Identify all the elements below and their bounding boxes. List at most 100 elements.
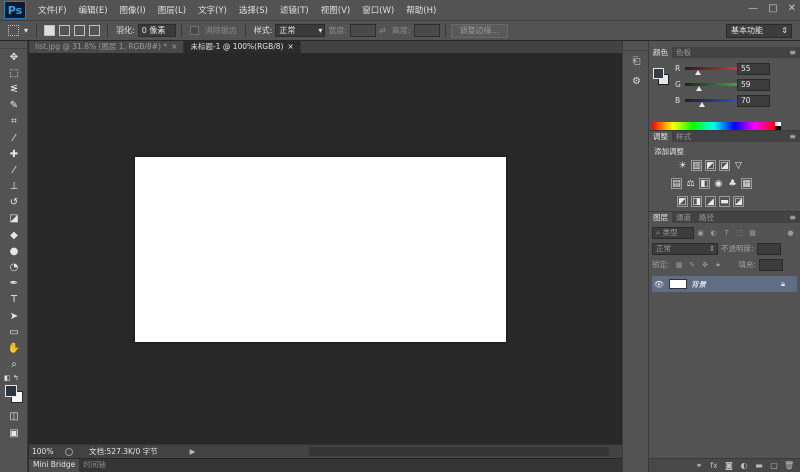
black-white-icon[interactable]: ◧ bbox=[699, 178, 710, 189]
link-layers-icon[interactable]: ⚭ bbox=[694, 461, 704, 470]
menu-item[interactable]: 文字(Y) bbox=[192, 4, 233, 16]
minimize-button[interactable]: — bbox=[748, 3, 758, 14]
horizontal-scrollbar[interactable] bbox=[309, 447, 609, 456]
paint-bucket-icon[interactable]: ◆ bbox=[0, 227, 28, 243]
zoom-icon[interactable]: ⌕ bbox=[0, 357, 28, 373]
close-icon[interactable]: × bbox=[171, 42, 177, 51]
photo-filter-icon[interactable]: ◉ bbox=[713, 178, 724, 189]
status-info-icon[interactable] bbox=[65, 447, 73, 456]
menu-item[interactable]: 选择(S) bbox=[233, 4, 274, 16]
filter-shape-icon[interactable]: ⬚ bbox=[735, 228, 744, 237]
new-selection-icon[interactable] bbox=[44, 25, 56, 36]
layer-name[interactable]: 背景 bbox=[691, 279, 706, 290]
brush-icon[interactable]: ⁄ bbox=[0, 162, 28, 178]
menu-item[interactable]: 编辑(E) bbox=[73, 4, 114, 16]
type-tool-icon[interactable]: T bbox=[0, 292, 28, 308]
invert-icon[interactable]: ◩ bbox=[677, 196, 688, 207]
color-balance-icon[interactable]: ⚖ bbox=[685, 178, 696, 189]
slider-thumb[interactable] bbox=[695, 70, 702, 75]
hue-saturation-icon[interactable]: ▤ bbox=[671, 178, 682, 189]
new-group-icon[interactable]: ▬ bbox=[754, 461, 764, 470]
gradient-map-icon[interactable]: ▬ bbox=[719, 196, 730, 207]
add-to-selection-icon[interactable] bbox=[59, 25, 71, 36]
lasso-icon[interactable]: ᓬ bbox=[0, 81, 28, 97]
curves-icon[interactable]: ◩ bbox=[705, 160, 716, 171]
panel-menu-icon[interactable]: ≡ bbox=[789, 131, 796, 142]
menu-item[interactable]: 图像(I) bbox=[114, 4, 152, 16]
maximize-button[interactable]: □ bbox=[768, 3, 777, 14]
menu-item[interactable]: 窗口(W) bbox=[356, 4, 400, 16]
opacity-input[interactable] bbox=[756, 242, 781, 255]
path-selection-icon[interactable]: ➤ bbox=[0, 308, 28, 324]
default-colors-icon[interactable]: ◧ ↰ bbox=[0, 373, 28, 383]
tab-mini-bridge[interactable]: Mini Bridge bbox=[29, 459, 80, 472]
tab-layers[interactable]: 图层 bbox=[649, 212, 672, 223]
channel-value-input[interactable]: 70 bbox=[737, 95, 770, 107]
document-canvas[interactable] bbox=[135, 157, 506, 342]
pen-icon[interactable]: ✒ bbox=[0, 276, 28, 292]
layer-style-icon[interactable]: fx bbox=[709, 461, 719, 470]
channel-mixer-icon[interactable]: ♣ bbox=[727, 178, 738, 189]
hand-icon[interactable]: ✋ bbox=[0, 340, 28, 356]
slider-thumb[interactable] bbox=[696, 86, 703, 91]
marquee-tool-icon[interactable] bbox=[8, 25, 19, 36]
eraser-icon[interactable]: ◪ bbox=[0, 211, 28, 227]
color-spectrum[interactable] bbox=[652, 122, 775, 130]
lock-position-icon[interactable]: ✥ bbox=[701, 260, 710, 269]
tab-channels[interactable]: 通道 bbox=[672, 212, 695, 223]
visibility-eye-icon[interactable]: 👁︎ bbox=[652, 280, 666, 289]
menu-item[interactable]: 滤镜(T) bbox=[274, 4, 315, 16]
properties-panel-icon[interactable]: ⚙ bbox=[623, 71, 650, 91]
tool-preset-arrow-icon[interactable]: ▾ bbox=[24, 26, 28, 35]
quick-mask-icon[interactable]: ◫ bbox=[0, 409, 28, 425]
tab-swatches[interactable]: 色板 bbox=[672, 47, 695, 58]
healing-brush-icon[interactable]: ✚ bbox=[0, 146, 28, 162]
threshold-icon[interactable]: ◢ bbox=[705, 196, 716, 207]
layer-mask-icon[interactable]: ◙ bbox=[724, 461, 734, 470]
delete-layer-icon[interactable]: 🗑︎ bbox=[784, 461, 794, 470]
quick-selection-icon[interactable]: ✎ bbox=[0, 98, 28, 114]
canvas-area[interactable] bbox=[29, 53, 622, 444]
screen-mode-icon[interactable]: ▣ bbox=[0, 425, 28, 441]
move-tool-icon[interactable]: ✥ bbox=[0, 49, 28, 65]
new-layer-icon[interactable]: ▢ bbox=[769, 461, 779, 470]
blur-icon[interactable]: ● bbox=[0, 243, 28, 259]
style-select[interactable]: 正常 ▾ bbox=[275, 24, 326, 37]
posterize-icon[interactable]: ◨ bbox=[691, 196, 702, 207]
subtract-selection-icon[interactable] bbox=[74, 25, 86, 36]
vibrance-icon[interactable]: ▽ bbox=[733, 160, 744, 171]
swap-icon[interactable]: ⇄ bbox=[379, 26, 386, 35]
lock-transparent-icon[interactable]: ▦ bbox=[675, 260, 684, 269]
fill-input[interactable] bbox=[759, 258, 784, 271]
channel-value-input[interactable]: 55 bbox=[737, 63, 770, 75]
filter-pixel-icon[interactable]: ▣ bbox=[696, 228, 705, 237]
rectangular-marquee-icon[interactable]: ⬚ bbox=[0, 65, 28, 81]
panel-grip[interactable] bbox=[0, 41, 27, 49]
filter-type-icon[interactable]: T bbox=[722, 228, 731, 237]
foreground-color-swatch[interactable] bbox=[5, 384, 17, 397]
panel-menu-icon[interactable]: ≡ bbox=[789, 47, 796, 58]
doc-tab-list-jpg[interactable]: list.jpg @ 31.8% (图层 1, RGB/8#) * × bbox=[29, 41, 185, 53]
adjustment-layer-icon[interactable]: ◐ bbox=[739, 461, 749, 470]
history-panel-icon[interactable]: ⎗ bbox=[623, 51, 650, 71]
channel-value-input[interactable]: 59 bbox=[737, 79, 770, 91]
lock-pixels-icon[interactable]: ✎ bbox=[688, 260, 697, 269]
filter-toggle-icon[interactable]: ● bbox=[786, 228, 795, 237]
zoom-level[interactable]: 100% bbox=[29, 447, 59, 456]
layer-filter-select[interactable]: ⌕ 类型 bbox=[652, 226, 694, 239]
close-icon[interactable]: × bbox=[287, 42, 293, 51]
tab-paths[interactable]: 路径 bbox=[695, 212, 718, 223]
clone-stamp-icon[interactable]: ⊥ bbox=[0, 179, 28, 195]
intersect-selection-icon[interactable] bbox=[89, 25, 101, 36]
filter-adjustment-icon[interactable]: ◐ bbox=[709, 228, 718, 237]
menu-item[interactable]: 图层(L) bbox=[152, 4, 192, 16]
dodge-icon[interactable]: ◔ bbox=[0, 259, 28, 275]
lock-all-icon[interactable]: 🔒︎ bbox=[714, 260, 723, 269]
tab-adjustments[interactable]: 调整 bbox=[649, 131, 672, 142]
rectangle-shape-icon[interactable]: ▭ bbox=[0, 324, 28, 340]
width-input[interactable] bbox=[350, 24, 377, 37]
layer-row[interactable]: 👁︎ 背景 🔒︎ bbox=[652, 276, 797, 292]
color-lookup-icon[interactable]: ▦ bbox=[741, 178, 752, 189]
black-white-ramp[interactable] bbox=[775, 122, 781, 130]
menu-item[interactable]: 文件(F) bbox=[32, 4, 73, 16]
